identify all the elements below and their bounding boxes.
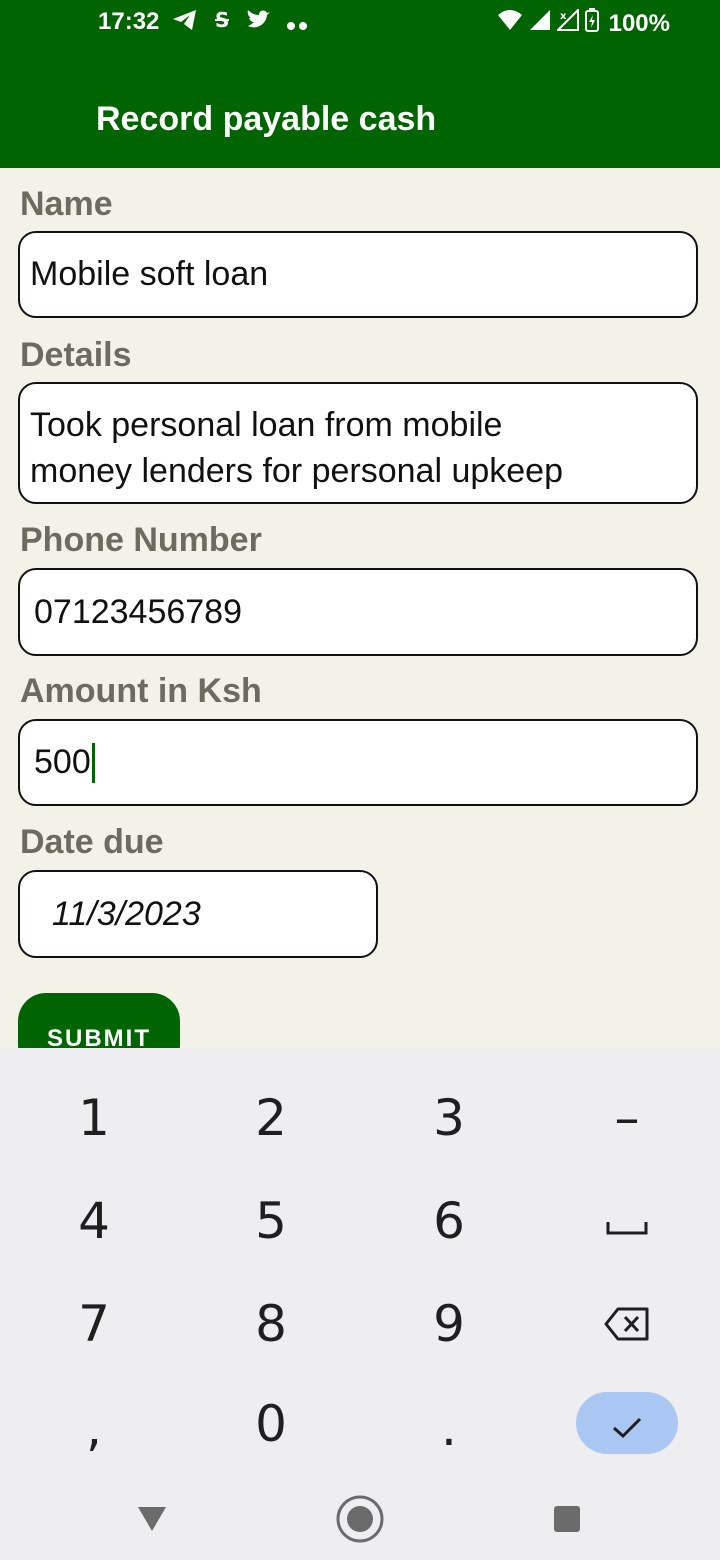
key-4[interactable]: 4 <box>34 1181 154 1261</box>
key-0[interactable]: 0 <box>211 1384 331 1464</box>
key-comma[interactable]: , <box>34 1388 154 1468</box>
key-3[interactable]: 3 <box>389 1078 509 1158</box>
amount-label: Amount in Ksh <box>20 672 262 710</box>
key-backspace[interactable] <box>567 1284 687 1364</box>
name-label: Name <box>20 185 113 223</box>
date-field[interactable]: 11/3/2023 <box>18 870 378 958</box>
app-header: 17:32 S x 100% Record payable cash <box>0 0 720 168</box>
phone-field[interactable]: 07123456789 <box>18 568 698 656</box>
details-line-2: money lenders for personal upkeep <box>30 452 563 490</box>
system-nav-bar <box>0 1476 720 1560</box>
details-label: Details <box>20 336 132 374</box>
check-icon <box>611 1394 643 1452</box>
space-icon <box>605 1192 649 1250</box>
key-space[interactable] <box>567 1181 687 1261</box>
status-bar: 17:32 S x 100% <box>0 0 720 44</box>
telegram-icon <box>172 9 198 38</box>
twitter-icon <box>246 9 272 38</box>
status-left-icons: S <box>172 8 310 39</box>
signal-icon <box>529 9 551 38</box>
status-right-icons: x 100% <box>497 7 670 39</box>
key-6[interactable]: 6 <box>389 1181 509 1261</box>
key-dash[interactable]: – <box>567 1078 687 1158</box>
amount-field[interactable]: 500 <box>18 719 698 806</box>
details-field[interactable]: Took personal loan from mobile money len… <box>18 382 698 504</box>
more-notifications-icon <box>286 10 310 38</box>
key-period[interactable]: . <box>389 1388 509 1468</box>
battery-charging-icon <box>584 8 599 39</box>
signal-no-data-icon: x <box>555 7 579 38</box>
text-cursor <box>91 742 95 783</box>
status-time: 17:32 <box>98 8 160 35</box>
done-key[interactable] <box>576 1392 678 1454</box>
details-line-1: Took personal loan from mobile <box>30 406 503 444</box>
back-icon[interactable] <box>127 1494 177 1544</box>
name-value: Mobile soft loan <box>30 255 269 293</box>
backspace-icon <box>604 1295 650 1353</box>
date-label: Date due <box>20 823 164 861</box>
key-5[interactable]: 5 <box>211 1181 331 1261</box>
amount-value: 500 <box>34 743 91 781</box>
recents-icon[interactable] <box>542 1494 592 1544</box>
phone-value: 07123456789 <box>34 592 243 631</box>
home-icon[interactable] <box>335 1494 385 1544</box>
battery-percent: 100% <box>608 9 670 37</box>
phone-label: Phone Number <box>20 521 262 559</box>
key-9[interactable]: 9 <box>389 1284 509 1364</box>
key-2[interactable]: 2 <box>211 1078 331 1158</box>
key-7[interactable]: 7 <box>34 1284 154 1364</box>
s-app-icon: S <box>212 8 232 39</box>
svg-text:x: x <box>560 11 567 22</box>
page-title: Record payable cash <box>96 100 437 138</box>
key-8[interactable]: 8 <box>211 1284 331 1364</box>
wifi-icon <box>497 9 523 38</box>
key-1[interactable]: 1 <box>34 1078 154 1158</box>
name-field[interactable]: Mobile soft loan <box>18 231 698 318</box>
date-value: 11/3/2023 <box>52 894 201 933</box>
numeric-keyboard: 1 2 3 – 4 5 6 7 8 9 , 0 . <box>0 1048 720 1476</box>
